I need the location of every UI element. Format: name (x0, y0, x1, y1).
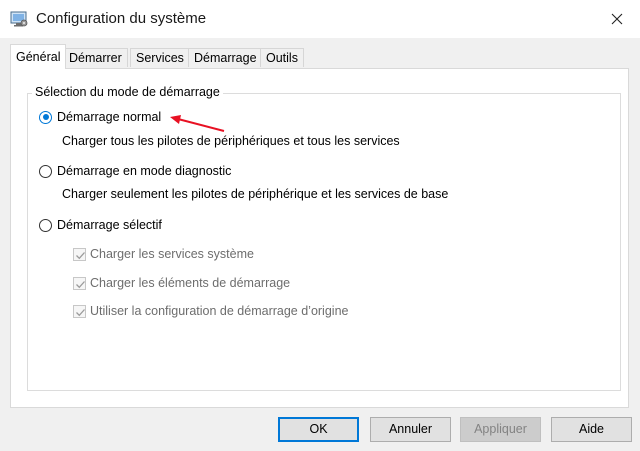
checkbox-label: Utiliser la configuration de démarrage d… (90, 304, 349, 318)
checkbox-use-original-boot-config: Utiliser la configuration de démarrage d… (73, 304, 348, 318)
title-bar: Configuration du système (0, 0, 640, 38)
checkbox-load-system-services: Charger les services système (73, 247, 254, 261)
radio-button-checked[interactable] (39, 110, 52, 124)
checkbox-label: Charger les éléments de démarrage (90, 276, 291, 290)
close-icon (611, 13, 623, 25)
radio-label: Démarrage normal (57, 110, 162, 124)
radio-diagnostic-startup[interactable]: Démarrage en mode diagnostic (39, 164, 231, 178)
radio-button[interactable] (39, 218, 52, 232)
tab-general[interactable]: Général (10, 44, 67, 69)
checkbox-checked-disabled (73, 276, 86, 290)
radio-button[interactable] (39, 164, 52, 178)
tab-demarrage[interactable]: Démarrage (188, 48, 263, 67)
annotation-arrow-icon (170, 115, 225, 132)
radio-normal-startup[interactable]: Démarrage normal (39, 110, 161, 124)
apply-button: Appliquer (460, 417, 541, 442)
checkbox-label: Charger les services système (90, 247, 254, 261)
tab-outils[interactable]: Outils (260, 48, 304, 67)
window-title: Configuration du système (36, 10, 207, 27)
help-button[interactable]: Aide (551, 417, 632, 442)
radio-selective-startup[interactable]: Démarrage sélectif (39, 218, 162, 232)
system-config-icon (10, 10, 28, 28)
tab-services[interactable]: Services (130, 48, 190, 67)
startup-selection-group: Sélection du mode de démarrage Démarrage… (27, 85, 621, 391)
group-legend: Sélection du mode de démarrage (32, 85, 223, 99)
tab-demarrer[interactable]: Démarrer (63, 48, 128, 67)
radio-label: Démarrage en mode diagnostic (57, 164, 232, 178)
checkbox-load-startup-items: Charger les éléments de démarrage (73, 276, 290, 290)
checkbox-checked-disabled (73, 247, 86, 261)
checkbox-checked-disabled (73, 304, 86, 318)
normal-startup-description: Charger tous les pilotes de périphérique… (62, 134, 400, 148)
radio-label: Démarrage sélectif (57, 218, 162, 232)
ok-button[interactable]: OK (278, 417, 359, 442)
close-button[interactable] (594, 0, 640, 38)
cancel-button[interactable]: Annuler (370, 417, 451, 442)
diagnostic-startup-description: Charger seulement les pilotes de périphé… (62, 187, 449, 201)
general-tab-panel: Sélection du mode de démarrage Démarrage… (10, 68, 629, 408)
